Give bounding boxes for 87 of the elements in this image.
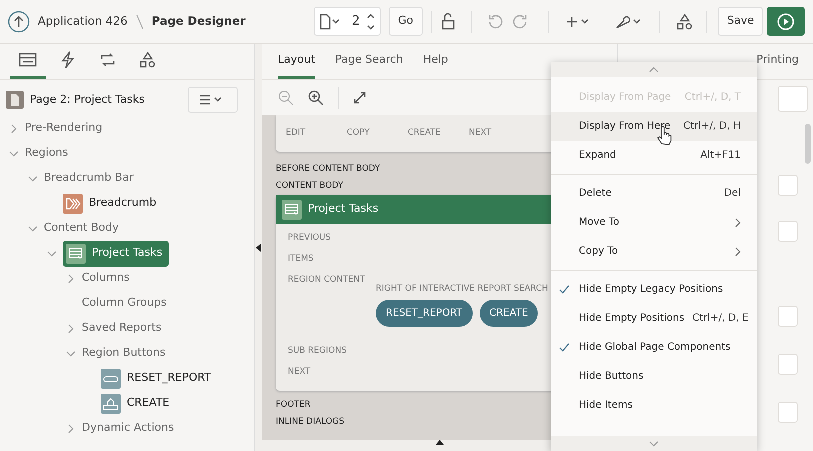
input-field[interactable] (778, 354, 798, 375)
region-button[interactable]: CREATE (480, 300, 538, 327)
menu-item[interactable]: Expand Alt+F11 (551, 141, 757, 170)
separator-icon (136, 14, 144, 30)
report-icon (66, 244, 86, 264)
page-dropdown-icon[interactable] (319, 14, 342, 30)
tree-item[interactable]: Dynamic Actions (82, 420, 174, 437)
position-label: NEXT (288, 366, 311, 379)
collapse-chevron-icon[interactable] (66, 348, 76, 358)
breadcrumb-icon (63, 194, 83, 214)
position-label: REGION CONTENT (288, 274, 366, 288)
menu-item[interactable]: Hide Empty Legacy Positions (551, 275, 757, 304)
chevron-up-icon (649, 66, 659, 72)
menu-item[interactable]: Hide Empty Positions Ctrl+/, D, E (551, 304, 757, 333)
page-designer-title: Page Designer (152, 12, 246, 30)
page-icon (6, 91, 24, 109)
scrollbar[interactable] (805, 124, 811, 164)
tab[interactable]: Layout (278, 44, 316, 79)
expand-chevron-icon[interactable] (66, 324, 76, 334)
zoom-in-icon[interactable] (308, 90, 324, 106)
input-field[interactable] (778, 402, 798, 423)
run-button[interactable] (767, 7, 805, 36)
menu-item[interactable]: Copy To (551, 237, 757, 266)
page-number-field[interactable]: 2 (314, 7, 382, 36)
tree-item[interactable]: Breadcrumb (89, 195, 157, 212)
collapse-arrow-icon[interactable] (436, 440, 444, 445)
menu-button[interactable] (188, 87, 238, 113)
position-label: SUB REGIONS (288, 344, 347, 358)
report-icon (282, 200, 302, 220)
shapes-icon[interactable] (676, 12, 694, 30)
position-label: EDIT (286, 127, 307, 140)
create-button-icon (101, 394, 121, 414)
go-button[interactable]: Go (389, 7, 422, 36)
expand-chevron-icon[interactable] (66, 424, 76, 434)
chevron-down-icon (649, 440, 659, 446)
lightning-icon (61, 51, 75, 69)
button-icon (101, 368, 121, 388)
play-icon (777, 12, 796, 30)
menu-item[interactable]: Hide Global Page Components (551, 333, 757, 362)
tab[interactable]: Page Search (335, 44, 404, 79)
tab[interactable]: Printing (756, 44, 799, 79)
position-label: FOOTER (276, 398, 311, 412)
application-link[interactable]: Application 426 (38, 12, 128, 30)
wrench-dropdown-icon[interactable] (615, 14, 644, 30)
input-field[interactable] (778, 86, 808, 112)
collapse-chevron-icon[interactable] (9, 148, 19, 158)
position-label: RIGHT OF INTERACTIVE REPORT SEARCH (376, 283, 548, 296)
position-label: BEFORE CONTENT BODY (276, 163, 380, 176)
tree-icon (19, 53, 37, 67)
shapes-icon (139, 51, 157, 69)
region-title: Project Tasks (308, 201, 379, 218)
region-button[interactable]: RESET_REPORT (376, 300, 473, 327)
tree-item[interactable]: Columns (82, 270, 130, 287)
menu-item[interactable]: Hide Buttons (551, 362, 757, 391)
menu-item[interactable]: Hide Items (551, 391, 757, 420)
input-field[interactable] (778, 221, 798, 242)
position-label: NEXT (469, 127, 493, 140)
tree-item[interactable]: Region Buttons (82, 345, 166, 362)
expand-icon[interactable] (353, 90, 367, 104)
tree-item[interactable]: Breadcrumb Bar (44, 170, 134, 187)
tab[interactable]: Help (423, 44, 448, 79)
collapse-chevron-icon[interactable] (28, 174, 38, 184)
position-label: CREATE (408, 127, 442, 140)
tree-item[interactable]: Content Body (44, 220, 120, 237)
collapse-arrow-icon[interactable] (256, 244, 261, 252)
input-field[interactable] (778, 175, 798, 196)
tree-item[interactable]: CREATE (127, 395, 170, 412)
tree-item[interactable]: Pre-Rendering (25, 120, 103, 137)
page-title: Page 2: Project Tasks (30, 92, 145, 108)
tree-item[interactable]: Saved Reports (82, 320, 162, 337)
position-label: CONTENT BODY (276, 180, 344, 194)
tree-item[interactable]: Column Groups (82, 295, 167, 312)
expand-chevron-icon[interactable] (9, 124, 19, 134)
collapse-chevron-icon[interactable] (28, 224, 38, 234)
position-label: COPY (347, 127, 371, 140)
expand-chevron-icon[interactable] (66, 274, 76, 284)
tree-item[interactable]: RESET_REPORT (127, 370, 212, 387)
position-label: PREVIOUS (288, 232, 332, 246)
tree-item[interactable]: Regions (25, 145, 68, 162)
tree-item[interactable]: Project Tasks (63, 240, 169, 266)
collapse-chevron-icon[interactable] (47, 248, 57, 258)
input-field[interactable] (778, 306, 798, 327)
zoom-out-icon[interactable] (278, 90, 294, 106)
sync-icon (99, 51, 117, 69)
save-button[interactable]: Save (718, 7, 764, 36)
position-label: INLINE DIALOGS (276, 416, 345, 429)
position-label: ITEMS (288, 253, 314, 266)
